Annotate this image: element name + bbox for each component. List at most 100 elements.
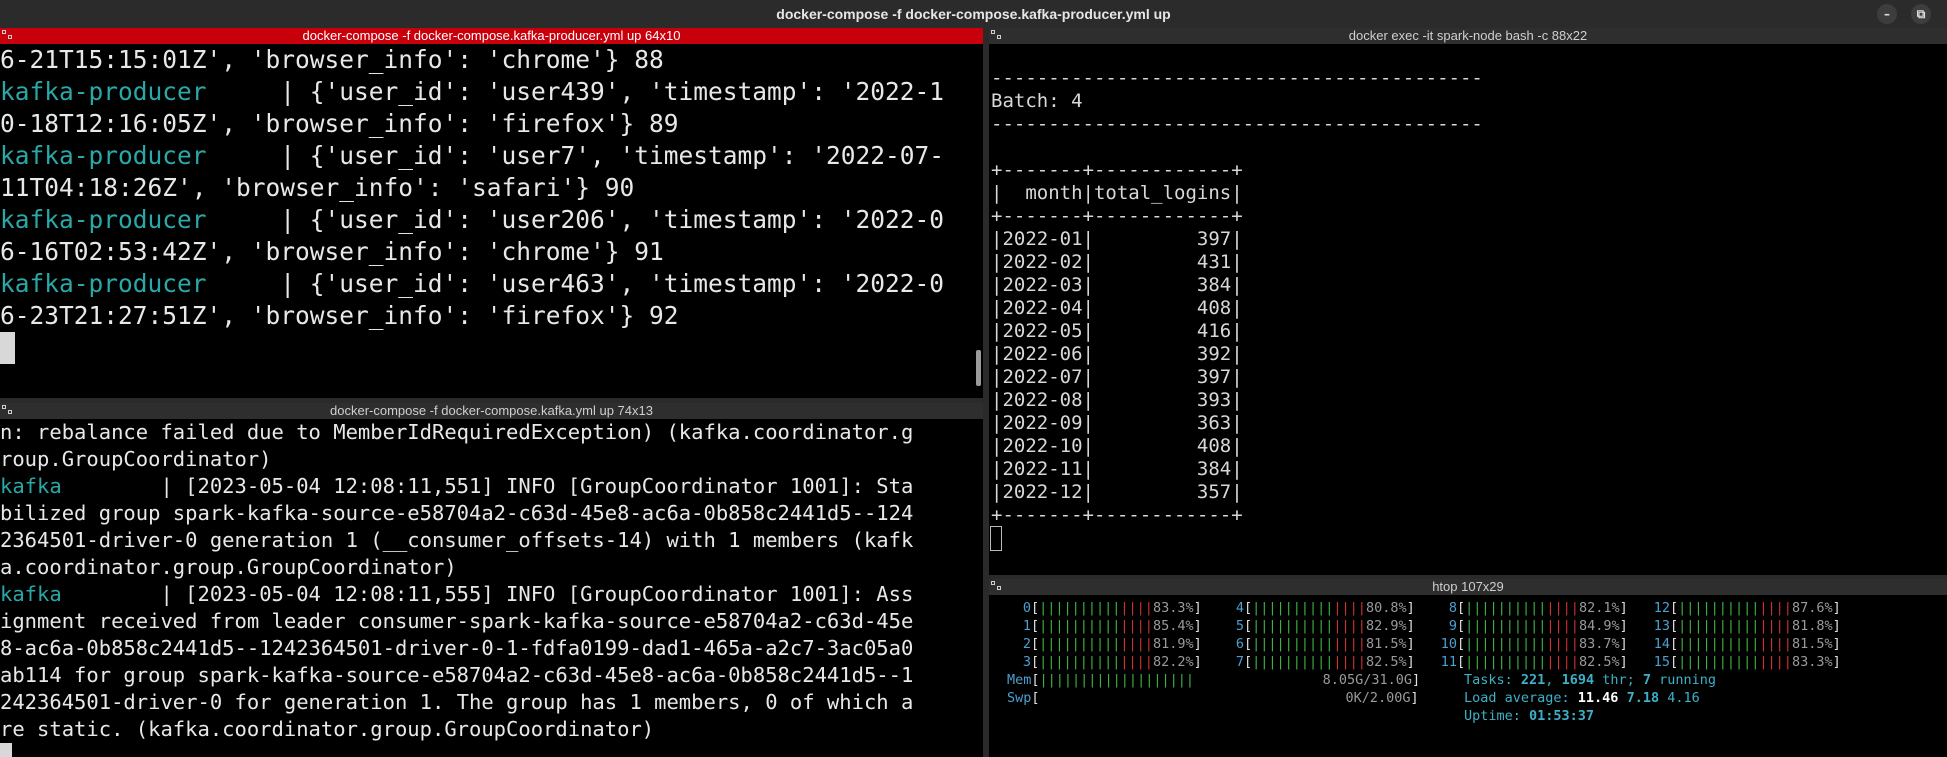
line-text: | month|total_logins| <box>991 182 1243 204</box>
terminal-line <box>991 44 1947 67</box>
terminal-cursor <box>0 332 15 364</box>
terminal-line: |2022-08| 393| <box>991 389 1947 412</box>
line-text: |2022-01| 397| <box>991 228 1243 250</box>
line-text: re static. (kafka.coordinator.group.Grou… <box>0 717 655 741</box>
window-titlebar: docker-compose -f docker-compose.kafka-p… <box>0 0 1947 28</box>
htop-terminal-pane[interactable]: htop 107x29 0[||||||||||||||83.3%] 1[||||… <box>989 579 1947 757</box>
uptime-line: Uptime: 01:53:37 <box>1464 708 1595 724</box>
cpu-meter: 14[||||||||||||||81.5%] <box>1648 635 1841 653</box>
line-text: |2022-10| 408| <box>991 435 1243 457</box>
terminal-line: a.coordinator.group.GroupCoordinator) <box>0 554 983 581</box>
service-name: kafka-producer <box>0 269 207 298</box>
line-text: 0-18T12:16:05Z', 'browser_info': 'firefo… <box>0 109 679 138</box>
cpu-percent: 82.9% <box>1365 618 1407 634</box>
swp-value: 0K/2.00G <box>1345 690 1411 706</box>
window-title: docker-compose -f docker-compose.kafka-p… <box>776 6 1171 22</box>
terminal-line: +-------+------------+ <box>991 205 1947 228</box>
kafka-terminal-pane[interactable]: docker-compose -f docker-compose.kafka.y… <box>0 403 983 757</box>
cpu-meter: 7[||||||||||||||82.5%] <box>1222 653 1415 671</box>
terminal-line: kafka | [2023-05-04 12:08:11,555] INFO [… <box>0 581 983 608</box>
terminal-line: | month|total_logins| <box>991 182 1947 205</box>
cpu-id: 4 <box>1235 600 1244 616</box>
terminal-line: +-------+------------+ <box>991 504 1947 527</box>
line-text: |2022-09| 363| <box>991 412 1243 434</box>
line-text: n: rebalance failed due to MemberIdRequi… <box>0 420 914 444</box>
line-text: |2022-11| 384| <box>991 458 1243 480</box>
split-pane-icon[interactable] <box>2 30 13 41</box>
terminal-line: re static. (kafka.coordinator.group.Grou… <box>0 716 983 743</box>
split-pane-icon[interactable] <box>991 581 1002 592</box>
cpu-percent: 82.5% <box>1578 654 1620 670</box>
kafka-pane-title: docker-compose -f docker-compose.kafka.y… <box>0 403 983 419</box>
line-text: a.coordinator.group.GroupCoordinator) <box>0 555 457 579</box>
restore-button[interactable]: ⧉ <box>1911 4 1931 24</box>
line-text: 6-16T02:53:42Z', 'browser_info': 'chrome… <box>0 237 664 266</box>
terminal-line: |2022-06| 392| <box>991 343 1947 366</box>
terminal-line: |2022-10| 408| <box>991 435 1947 458</box>
service-name: kafka <box>0 582 62 606</box>
line-text: roup.GroupCoordinator) <box>0 447 272 471</box>
terminal-line: |2022-12| 357| <box>991 481 1947 504</box>
cpu-meters: 0[||||||||||||||83.3%] 1[||||||||||||||85… <box>1009 599 1947 679</box>
terminal-line: 6-16T02:53:42Z', 'browser_info': 'chrome… <box>0 236 983 268</box>
cpu-id: 2 <box>1022 636 1031 652</box>
cpu-meter: 3[||||||||||||||82.2%] <box>1009 653 1202 671</box>
producer-pane-title-text: docker-compose -f docker-compose.kafka-p… <box>302 28 681 43</box>
kafka-output: n: rebalance failed due to MemberIdRequi… <box>0 419 983 757</box>
cpu-id: 6 <box>1235 636 1244 652</box>
cpu-meter: 12[||||||||||||||87.6%] <box>1648 599 1841 617</box>
cpu-id: 13 <box>1653 618 1670 634</box>
line-text: |2022-12| 357| <box>991 481 1243 503</box>
terminal-line: 11T04:18:26Z', 'browser_info': 'safari'}… <box>0 172 983 204</box>
cpu-id: 5 <box>1235 618 1244 634</box>
cpu-percent: 82.2% <box>1152 654 1194 670</box>
line-text: +-------+------------+ <box>991 504 1243 526</box>
spark-pane-title: docker exec -it spark-node bash -c 88x22 <box>989 28 1947 44</box>
producer-scrollbar[interactable] <box>976 350 981 386</box>
line-text: | [2023-05-04 12:08:11,551] INFO [GroupC… <box>61 474 914 498</box>
mem-label: Mem <box>1007 672 1032 688</box>
cpu-percent: 82.5% <box>1365 654 1407 670</box>
line-text: ----------------------------------------… <box>991 67 1483 89</box>
cpu-id: 3 <box>1022 654 1031 670</box>
terminal-line: kafka-producer | {'user_id': 'user463', … <box>0 268 983 300</box>
terminal-line: 8-ac6a-0b858c2441d5--1242364501-driver-0… <box>0 635 983 662</box>
line-text: |2022-05| 416| <box>991 320 1243 342</box>
htop-output: 0[||||||||||||||83.3%] 1[||||||||||||||85… <box>989 595 1947 757</box>
line-text: | {'user_id': 'user206', 'timestamp': '2… <box>206 205 945 234</box>
cpu-id: 11 <box>1440 654 1457 670</box>
line-text: | {'user_id': 'user463', 'timestamp': '2… <box>206 269 945 298</box>
spark-pane-title-text: docker exec -it spark-node bash -c 88x22 <box>1348 28 1588 43</box>
cpu-percent: 82.1% <box>1578 600 1620 616</box>
cpu-meter: 0[||||||||||||||83.3%] <box>1009 599 1202 617</box>
terminal-line: |2022-04| 408| <box>991 297 1947 320</box>
line-text: Batch: 4 <box>991 90 1083 112</box>
terminal-line: kafka-producer | {'user_id': 'user7', 't… <box>0 140 983 172</box>
line-text: 11T04:18:26Z', 'browser_info': 'safari'}… <box>0 173 635 202</box>
minimize-button[interactable]: – <box>1877 4 1897 24</box>
line-text: 6-21T15:15:01Z', 'browser_info': 'chrome… <box>0 45 664 74</box>
spark-output: ----------------------------------------… <box>989 44 1947 575</box>
split-pane-icon[interactable] <box>991 30 1002 41</box>
cpu-meter: 2[||||||||||||||81.9%] <box>1009 635 1202 653</box>
cpu-percent: 83.3% <box>1791 654 1833 670</box>
terminal-cursor <box>0 743 13 757</box>
cpu-percent: 81.9% <box>1152 636 1194 652</box>
line-text: |2022-08| 393| <box>991 389 1243 411</box>
line-text: |2022-02| 431| <box>991 251 1243 273</box>
split-pane-icon[interactable] <box>2 405 13 416</box>
cpu-percent: 81.5% <box>1365 636 1407 652</box>
line-text <box>991 136 1002 158</box>
line-text: | [2023-05-04 12:08:11,555] INFO [GroupC… <box>61 582 914 606</box>
terminal-line: bilized group spark-kafka-source-e58704a… <box>0 500 983 527</box>
producer-terminal-pane[interactable]: docker-compose -f docker-compose.kafka-p… <box>0 28 983 398</box>
terminal-line: |2022-07| 397| <box>991 366 1947 389</box>
terminal-line: ignment received from leader consumer-sp… <box>0 608 983 635</box>
line-text: |2022-07| 397| <box>991 366 1243 388</box>
terminal-line: |2022-01| 397| <box>991 228 1947 251</box>
line-text: ----------------------------------------… <box>991 113 1483 135</box>
service-name: kafka-producer <box>0 141 207 170</box>
spark-terminal-pane[interactable]: docker exec -it spark-node bash -c 88x22… <box>989 28 1947 575</box>
terminal-line: 242364501-driver-0 for generation 1. The… <box>0 689 983 716</box>
terminal-line: roup.GroupCoordinator) <box>0 446 983 473</box>
